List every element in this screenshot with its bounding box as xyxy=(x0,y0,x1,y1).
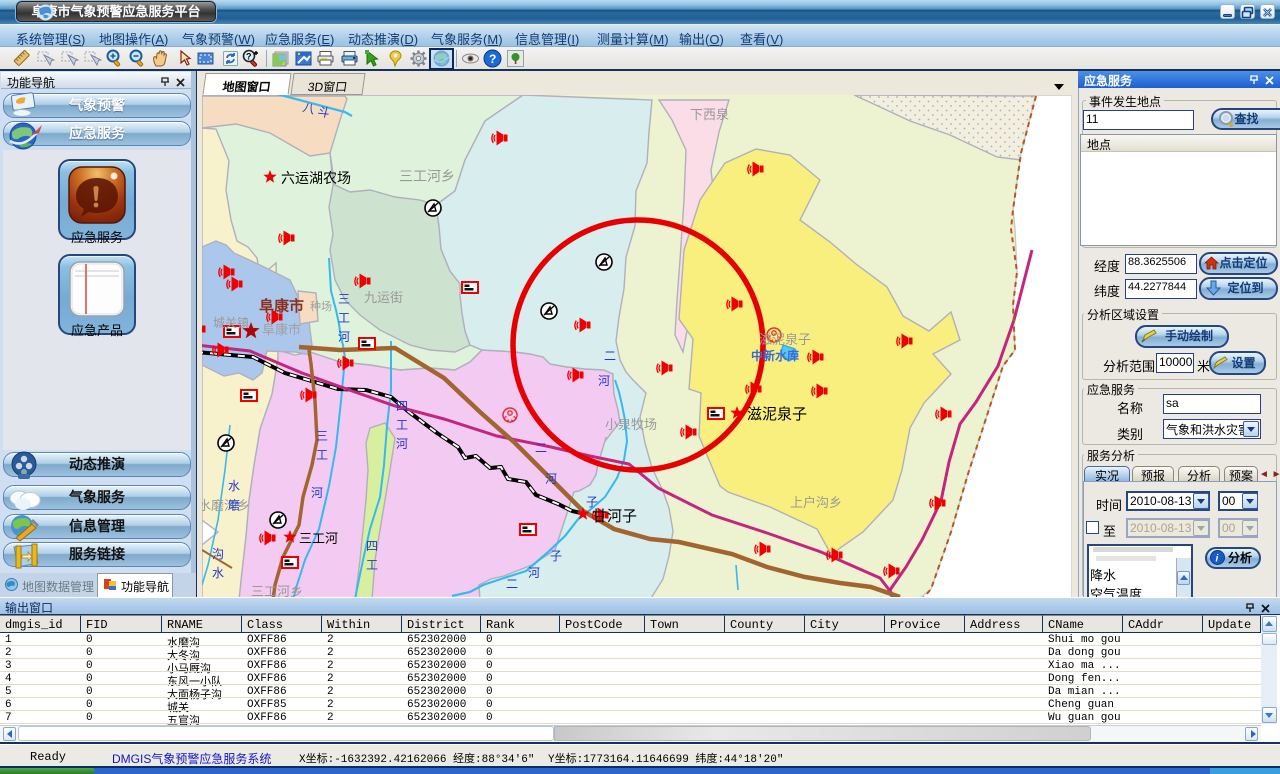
svg-text:工: 工 xyxy=(316,448,328,462)
svg-text:水: 水 xyxy=(228,479,240,493)
svg-text:种场: 种场 xyxy=(310,299,332,313)
svg-text:滋泥泉子: 滋泥泉子 xyxy=(747,406,807,423)
svg-text:中新水库: 中新水库 xyxy=(751,348,799,363)
svg-text:子: 子 xyxy=(550,549,562,563)
svg-text:磨: 磨 xyxy=(228,498,240,512)
svg-text:河: 河 xyxy=(338,330,350,344)
svg-text:工: 工 xyxy=(366,558,378,572)
svg-text:子: 子 xyxy=(586,495,598,509)
svg-text:河: 河 xyxy=(311,486,323,500)
svg-text:水: 水 xyxy=(212,566,224,580)
svg-text:河: 河 xyxy=(528,566,540,580)
svg-text:三工河乡: 三工河乡 xyxy=(399,168,455,184)
svg-text:九运街: 九运街 xyxy=(364,290,403,305)
svg-text:小泉牧场: 小泉牧场 xyxy=(605,417,657,432)
svg-text:三: 三 xyxy=(338,292,350,306)
svg-text:三工河乡: 三工河乡 xyxy=(251,584,303,597)
svg-text:沟: 沟 xyxy=(212,547,224,561)
svg-text:水磨沟乡: 水磨沟乡 xyxy=(202,498,250,513)
svg-text:城关镇: 城关镇 xyxy=(213,316,249,330)
svg-text:二: 二 xyxy=(604,349,616,363)
svg-text:工: 工 xyxy=(396,418,408,432)
svg-text:河: 河 xyxy=(545,472,557,486)
svg-text:阜康市: 阜康市 xyxy=(262,322,301,337)
svg-text:上户沟乡: 上户沟乡 xyxy=(790,495,842,510)
svg-text:下西泉: 下西泉 xyxy=(690,107,729,122)
svg-text:河: 河 xyxy=(598,374,610,388)
svg-text:i: i xyxy=(1216,554,1219,565)
svg-text:二: 二 xyxy=(506,577,518,591)
svg-text:三工河: 三工河 xyxy=(299,531,338,546)
svg-text:二: 二 xyxy=(535,441,547,455)
svg-text:三: 三 xyxy=(316,429,328,443)
svg-text:六运湖农场: 六运湖农场 xyxy=(281,170,351,186)
svg-text:河: 河 xyxy=(396,437,408,451)
svg-text:工: 工 xyxy=(338,311,350,325)
svg-text:阜康市: 阜康市 xyxy=(259,297,304,315)
svg-text:?: ? xyxy=(246,52,252,62)
svg-text:?: ? xyxy=(489,52,496,66)
svg-text:甘河子: 甘河子 xyxy=(592,508,637,525)
svg-text:四: 四 xyxy=(366,539,378,553)
svg-text:滋泥泉子: 滋泥泉子 xyxy=(759,332,811,347)
svg-text:四: 四 xyxy=(396,399,408,413)
